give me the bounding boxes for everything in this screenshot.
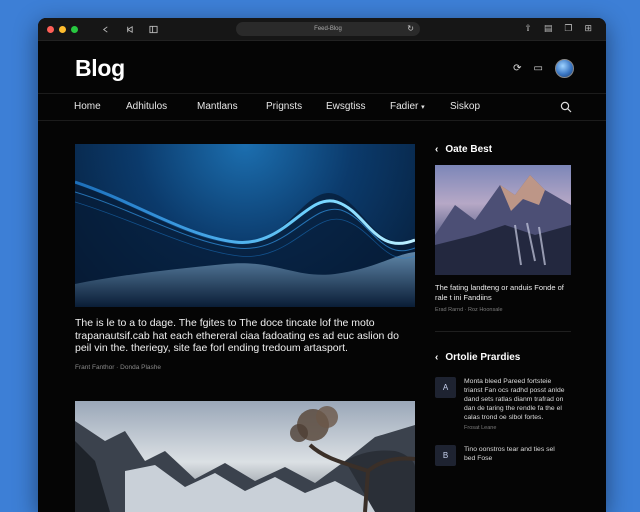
- nav-item-dropdown[interactable]: Fadier ▾: [390, 101, 425, 112]
- sidebar-icon[interactable]: [148, 24, 158, 34]
- sidebar-article-image[interactable]: [435, 165, 571, 275]
- sidebar-section-title: Oate Best: [445, 144, 493, 155]
- search-icon[interactable]: [560, 100, 572, 118]
- list-item[interactable]: B Tino oonstros tear and ties sel bed Fo…: [435, 445, 571, 466]
- nav-item-home[interactable]: Home: [74, 101, 101, 112]
- back-icon[interactable]: [124, 24, 134, 34]
- main-nav: Home Adhitulos Mantlans Prignsts Ewsgtis…: [38, 94, 606, 121]
- share-icon[interactable]: [100, 24, 110, 34]
- chevron-left-icon: ‹: [435, 144, 439, 155]
- address-bar[interactable]: Feed-Blog ↻: [236, 22, 420, 36]
- minimize-window-button[interactable]: [59, 25, 66, 33]
- close-window-button[interactable]: [47, 25, 54, 33]
- featured-article-meta: Frant Fanthor · Donda Plashe: [75, 363, 161, 371]
- post-thumbnail: B: [435, 445, 456, 466]
- sidebar-section-heading[interactable]: ‹ Oate Best: [435, 144, 571, 155]
- url-text: Feed-Blog: [314, 26, 342, 32]
- browser-window: Feed-Blog ↻ ⇪ ▤ ❐ ⊞ Blog ⟳ ▭ Home Adhitu…: [38, 18, 606, 512]
- browser-toolbar: Feed-Blog ↻ ⇪ ▤ ❐ ⊞: [38, 18, 606, 41]
- chevron-left-icon: ‹: [435, 352, 439, 363]
- refresh-icon[interactable]: ⟳: [513, 63, 521, 74]
- main-column: The is le to a to dage. The fgites to Th…: [75, 144, 415, 512]
- sidebar: ‹ Oate Best The fating landteng or andui…: [435, 144, 571, 466]
- chevron-down-icon: ▾: [421, 104, 425, 111]
- nav-item-4[interactable]: Prignsts: [266, 101, 302, 112]
- maximize-window-button[interactable]: [71, 25, 78, 33]
- nav-item-7[interactable]: Siskop: [450, 101, 480, 112]
- nav-item-3[interactable]: Mantlans: [197, 101, 238, 112]
- featured-article-title[interactable]: The is le to a to dage. The fgites to Th…: [75, 317, 415, 355]
- post-meta: Frosat Leane: [464, 425, 497, 431]
- sidebar-article-meta: Erad Rarnd · Roz Hoonsale: [435, 307, 503, 313]
- site-header: Blog ⟳ ▭: [38, 41, 606, 94]
- post-excerpt: Monta bleed Pareed fortsteie trianst Fan…: [464, 378, 565, 421]
- divider: [435, 331, 571, 332]
- post-thumbnail: A: [435, 377, 456, 398]
- nav-item-5[interactable]: Ewsgtiss: [326, 101, 365, 112]
- avatar[interactable]: [555, 59, 574, 78]
- featured-image[interactable]: [75, 144, 415, 307]
- site-logo[interactable]: Blog: [75, 55, 125, 82]
- sidebar-section-heading-2[interactable]: ‹ Ortolie Prardies: [435, 352, 571, 363]
- list-item[interactable]: A Monta bleed Pareed fortsteie trianst F…: [435, 377, 571, 431]
- new-tab-icon[interactable]: ⊞: [584, 23, 592, 34]
- sidebar-article-title[interactable]: The fating landteng or anduis Fonde of r…: [435, 283, 571, 303]
- sidebar-section-title-2: Ortolie Prardies: [445, 352, 521, 363]
- message-icon[interactable]: ▭: [534, 63, 543, 74]
- nav-item-2[interactable]: Adhitulos: [126, 101, 167, 112]
- post-excerpt: Tino oonstros tear and ties sel bed Fose: [464, 446, 555, 462]
- upload-icon[interactable]: ⇪: [524, 23, 532, 34]
- second-article-image[interactable]: [75, 401, 415, 512]
- window-controls: [47, 25, 78, 33]
- nav-item-dropdown-label: Fadier: [390, 101, 419, 112]
- bookmark-icon[interactable]: ▤: [544, 23, 553, 34]
- reload-icon[interactable]: ↻: [407, 24, 414, 33]
- tabs-icon[interactable]: ❐: [564, 23, 572, 34]
